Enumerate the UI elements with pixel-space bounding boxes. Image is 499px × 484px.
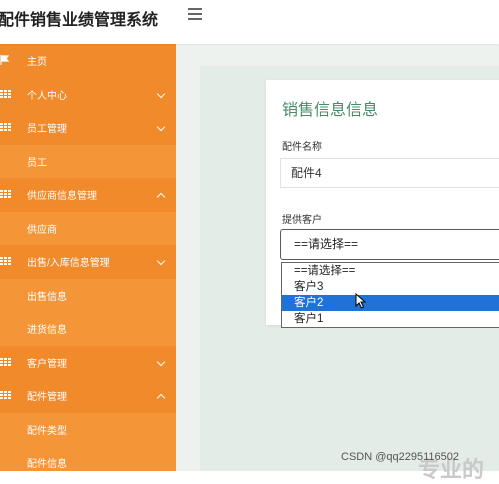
sidebar-item-customer-management[interactable]: 客户管理: [0, 345, 176, 379]
customer-select[interactable]: ==请选择==: [280, 229, 499, 260]
sidebar-item-label: 员工: [27, 157, 47, 169]
sidebar-item-home[interactable]: 主页: [0, 44, 176, 78]
grid-icon: [0, 257, 11, 267]
grid-icon: [0, 123, 11, 133]
sidebar-item-sales-stock-management[interactable]: 出售/入库信息管理: [0, 245, 176, 279]
sidebar-item-employee-management[interactable]: 员工管理: [0, 111, 176, 145]
hamburger-menu-icon[interactable]: [186, 6, 204, 20]
dropdown-option[interactable]: 客户3: [282, 279, 499, 295]
part-name-field[interactable]: 配件4: [280, 158, 499, 188]
sidebar-item-label: 出售/入库信息管理: [27, 258, 110, 270]
sidebar-item-personal-center[interactable]: 个人中心: [0, 77, 176, 111]
sidebar-subitem-purchase-info[interactable]: 进货信息: [0, 312, 176, 346]
sidebar-item-supplier-management[interactable]: 供应商信息管理: [0, 178, 176, 212]
sidebar-item-label: 进货信息: [27, 325, 67, 337]
chevron-down-icon: [156, 357, 166, 366]
dropdown-option[interactable]: ==请选择==: [282, 263, 499, 279]
flag-icon: [0, 55, 10, 65]
chevron-up-icon: [156, 192, 166, 202]
top-bar: 配件销售业绩管理系统: [0, 0, 499, 44]
sidebar-subitem-employee[interactable]: 员工: [0, 144, 176, 178]
chevron-up-icon: [156, 393, 166, 403]
grid-icon: [0, 190, 11, 200]
sidebar-item-label: 配件类型: [27, 425, 67, 437]
sidebar-item-label: 配件信息: [27, 459, 67, 471]
form-title: 销售信息信息: [282, 102, 379, 119]
sidebar-item-parts-management[interactable]: 配件管理: [0, 379, 176, 413]
sidebar-subitem-part-type[interactable]: 配件类型: [0, 412, 176, 446]
sidebar-item-label: 出售信息: [27, 291, 67, 303]
grid-icon: [0, 357, 11, 368]
grid-icon: [0, 391, 11, 401]
chevron-down-icon: [156, 256, 166, 266]
sidebar-item-label: 客户管理: [27, 358, 67, 370]
chevron-down-icon: [156, 89, 166, 98]
customer-dropdown: ==请选择== 客户3 客户2 客户1: [281, 262, 499, 328]
sidebar-item-label: 供应商信息管理: [27, 191, 97, 203]
sidebar-item-label: 个人中心: [27, 90, 67, 102]
mouse-cursor-icon: [355, 293, 367, 309]
sidebar-subitem-supplier[interactable]: 供应商: [0, 211, 176, 245]
sidebar-item-label: 员工管理: [27, 124, 67, 136]
csdn-watermark: CSDN @qq2295116502: [341, 451, 459, 463]
dropdown-option-highlighted[interactable]: 客户2: [282, 295, 499, 311]
customer-label: 提供客户: [282, 215, 322, 226]
app-title: 配件销售业绩管理系统: [0, 12, 159, 29]
sidebar-item-label: 主页: [27, 57, 47, 69]
sidebar-subitem-part-info[interactable]: 配件信息: [0, 446, 176, 471]
sidebar: 主页 个人中心 员工管理 员工 供应商信息管理 供应商 出售/入库信息管理 出售…: [0, 44, 176, 471]
dropdown-option[interactable]: 客户1: [282, 311, 499, 327]
sidebar-subitem-sales-info[interactable]: 出售信息: [0, 278, 176, 312]
grid-icon: [0, 89, 11, 100]
part-name-label: 配件名称: [282, 142, 322, 153]
sidebar-item-label: 供应商: [27, 224, 57, 236]
sidebar-item-label: 配件管理: [27, 392, 67, 404]
chevron-down-icon: [156, 122, 166, 132]
